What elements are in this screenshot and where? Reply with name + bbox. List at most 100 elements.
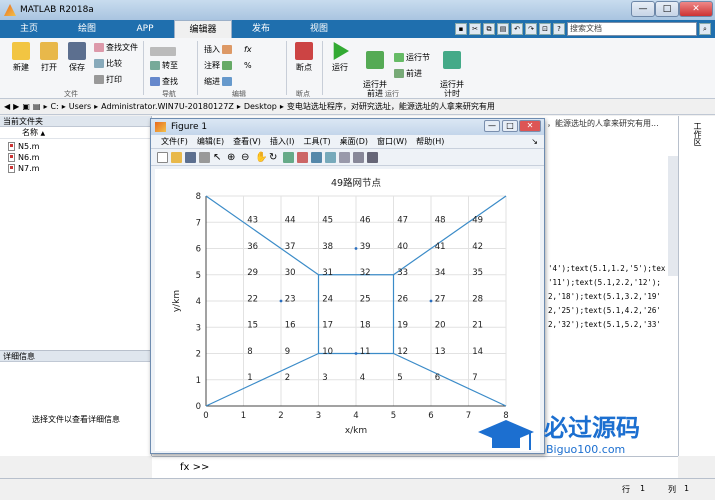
colorbar-icon[interactable]	[325, 151, 336, 163]
figure-icon	[155, 122, 166, 132]
menu-insert[interactable]: 插入(I)	[270, 135, 295, 148]
save-quick-icon[interactable]: ▪	[455, 23, 467, 35]
dock-icon[interactable]: ↘	[531, 135, 538, 148]
back-icon[interactable]: ◀	[4, 102, 10, 111]
paste-quick-icon[interactable]: ▤	[497, 23, 509, 35]
close-button[interactable]: ✕	[679, 1, 713, 17]
advance-button[interactable]: 前进	[394, 68, 422, 79]
file-item[interactable]: N7.m	[8, 163, 143, 174]
tab-view[interactable]: 视图	[290, 20, 348, 38]
node-label: 32	[360, 268, 371, 278]
run-button[interactable]: 运行	[328, 42, 352, 73]
save-icon[interactable]	[185, 151, 196, 163]
watermark: 必过源码 Biguo100.com	[470, 408, 710, 458]
menu-desktop[interactable]: 桌面(D)	[340, 135, 368, 148]
node-label: 18	[360, 321, 371, 331]
name-column-header[interactable]: 名称 ▲	[0, 127, 151, 139]
menu-view[interactable]: 查看(V)	[233, 135, 261, 148]
run-and-time-button[interactable]: 运行并 计时	[438, 42, 466, 98]
node-label: 42	[472, 242, 483, 252]
figure-close-button[interactable]: ✕	[519, 120, 541, 132]
figure-minimize-button[interactable]: —	[484, 120, 500, 132]
cut-quick-icon[interactable]: ✂	[469, 23, 481, 35]
find-button[interactable]: 查找	[150, 76, 178, 87]
breakpoints-button[interactable]: 断点	[292, 42, 316, 73]
group-bp-label: 断点	[296, 90, 310, 98]
pointer-icon[interactable]: ↖	[213, 152, 224, 163]
ribbon-divider	[286, 41, 287, 95]
menu-tools[interactable]: 工具(T)	[303, 135, 330, 148]
help-quick-icon[interactable]: ?	[553, 23, 565, 35]
y-tick-label: 4	[196, 297, 201, 307]
menu-edit[interactable]: 编辑(E)	[197, 135, 224, 148]
redo-quick-icon[interactable]: ↷	[525, 23, 537, 35]
copy-quick-icon[interactable]: ⧉	[483, 23, 495, 35]
tab-apps[interactable]: APP	[116, 20, 174, 38]
node-label: 17	[322, 321, 333, 331]
tab-plots[interactable]: 绘图	[58, 20, 116, 38]
node-label: 38	[322, 242, 333, 252]
find-files-button[interactable]: 查找文件	[94, 42, 138, 53]
hide-plot-tools-icon[interactable]	[353, 151, 364, 163]
forward-icon[interactable]: ▶	[13, 102, 19, 111]
data-cursor-icon[interactable]	[283, 151, 294, 163]
link-icon[interactable]	[311, 151, 322, 163]
menu-help[interactable]: 帮助(H)	[416, 135, 444, 148]
path-segment[interactable]: 变电站选址程序，对研究选址，能源选址的人拿来研究有用	[287, 101, 495, 112]
indent-button[interactable]: 缩进	[204, 76, 232, 87]
path-segment[interactable]: Desktop	[244, 102, 277, 111]
path-segment[interactable]: Administrator.WIN7U-20180127Z	[101, 102, 234, 111]
insert-button[interactable]: 插入	[204, 44, 232, 55]
rotate-icon[interactable]: ↻	[269, 152, 280, 163]
legend-icon[interactable]	[339, 151, 350, 163]
y-tick-label: 5	[196, 271, 201, 281]
command-window[interactable]: fx >>	[152, 456, 678, 478]
workspace-panel: 工作区	[678, 116, 715, 456]
new-figure-icon[interactable]	[157, 151, 168, 163]
minimize-button[interactable]: —	[631, 1, 655, 17]
figure-window[interactable]: Figure 1 — □ ✕ 文件(F) 编辑(E) 查看(V) 插入(I) 工…	[150, 118, 545, 454]
run-section-button[interactable]: 运行节	[394, 52, 430, 63]
node-point	[354, 352, 358, 355]
path-segment[interactable]: Users	[69, 102, 91, 111]
open-icon[interactable]	[171, 151, 182, 163]
switch-window-icon[interactable]: ⊡	[539, 23, 551, 35]
new-button[interactable]: 新建	[8, 42, 34, 73]
comment-button[interactable]: 注释	[204, 60, 232, 71]
percent-button[interactable]: %	[244, 60, 252, 71]
brush-icon[interactable]	[297, 151, 308, 163]
pan-icon[interactable]: ✋	[255, 152, 267, 163]
search-icon[interactable]: ⌕	[699, 23, 711, 35]
menu-window[interactable]: 窗口(W)	[377, 135, 407, 148]
details-header: 详细信息	[0, 351, 152, 362]
tab-home[interactable]: 主页	[0, 20, 58, 38]
editor-scrollbar[interactable]	[668, 156, 678, 276]
undo-quick-icon[interactable]: ↶	[511, 23, 523, 35]
search-docs-input[interactable]: 搜索文档	[567, 22, 697, 36]
zoom-in-icon[interactable]: ⊕	[227, 152, 238, 163]
tab-publish[interactable]: 发布	[232, 20, 290, 38]
menu-file[interactable]: 文件(F)	[161, 135, 188, 148]
compare-button[interactable]: 比较	[94, 58, 122, 69]
browse-folder-icon[interactable]: ▤	[33, 102, 41, 111]
figure-maximize-button[interactable]: □	[502, 120, 518, 132]
print-icon[interactable]	[199, 151, 210, 163]
show-plot-tools-icon[interactable]	[367, 151, 378, 163]
node-label: 1	[247, 373, 252, 383]
print-button[interactable]: 打印	[94, 74, 122, 85]
save-button[interactable]: 保存	[64, 42, 90, 73]
goto-button[interactable]: 转至	[150, 60, 178, 71]
path-segment[interactable]: C:	[50, 102, 58, 111]
node-label: 48	[435, 216, 446, 226]
tab-editor[interactable]: 编辑器	[174, 20, 232, 38]
file-item[interactable]: N6.m	[8, 152, 143, 163]
up-folder-icon[interactable]: ▣	[22, 102, 30, 111]
workspace-tab[interactable]: 工作区	[691, 122, 703, 146]
fx-button[interactable]: fx	[244, 44, 252, 55]
quick-access-toolbar: ▪ ✂ ⧉ ▤ ↶ ↷ ⊡ ? 搜索文档 ⌕	[455, 20, 711, 38]
file-item[interactable]: N5.m	[8, 141, 143, 152]
open-button[interactable]: 打开	[36, 42, 62, 73]
zoom-out-icon[interactable]: ⊖	[241, 152, 252, 163]
node-label: 9	[285, 347, 290, 357]
maximize-button[interactable]: □	[655, 1, 679, 17]
